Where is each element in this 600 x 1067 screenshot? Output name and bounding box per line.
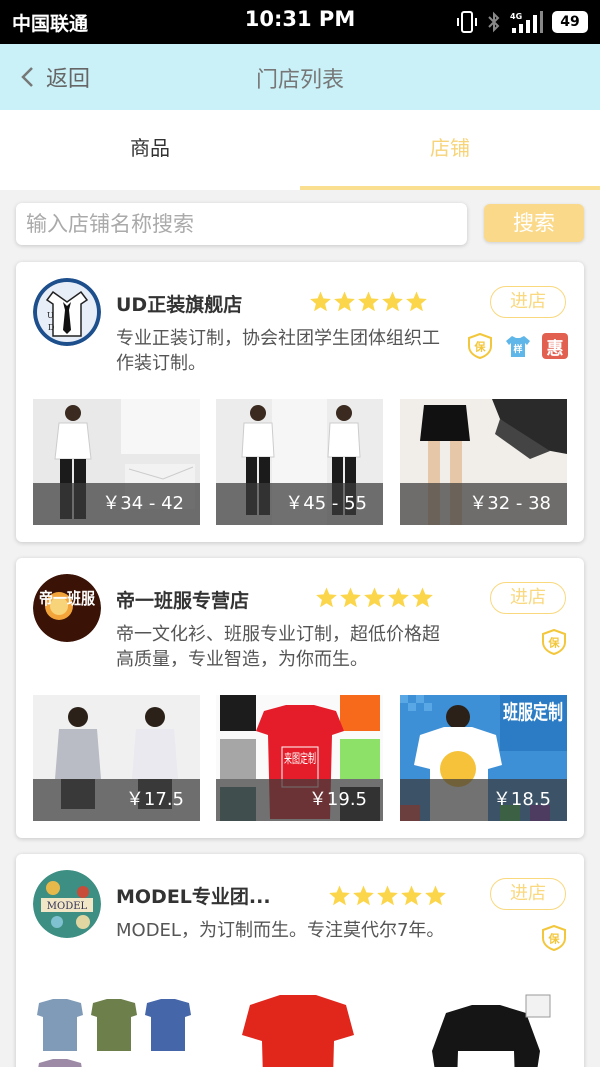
- product-price: ￥19.5: [216, 779, 383, 821]
- tab-shops[interactable]: 店铺: [300, 110, 600, 190]
- star-icon: [358, 291, 379, 312]
- product-thumbnail[interactable]: [216, 991, 383, 1067]
- shop-logo: U D: [33, 278, 101, 346]
- product-overlay-text: 来图定制: [284, 752, 316, 767]
- guarantee-badge-icon: 保: [540, 924, 568, 952]
- product-thumbnail[interactable]: ￥32 - 38: [400, 399, 567, 525]
- page-title: 门店列表: [255, 68, 344, 93]
- star-icon: [364, 587, 385, 608]
- status-bar: 中国联通 10:31 PM 4G 49: [0, 0, 600, 44]
- battery-indicator: 49: [552, 11, 588, 33]
- tab-bar: 商品 店铺: [0, 110, 600, 190]
- star-icon: [406, 291, 427, 312]
- product-thumbnail[interactable]: [33, 991, 200, 1067]
- star-icon: [382, 291, 403, 312]
- product-thumbnail[interactable]: [400, 991, 567, 1067]
- shop-description: 帝一文化衫、班服专业订制，超低价格超高质量，专业智造，为你而生。: [116, 624, 440, 670]
- star-icon: [310, 291, 331, 312]
- enter-shop-button[interactable]: 进店: [490, 286, 566, 318]
- shop-card[interactable]: U D UD正装旗舰店 进店 专业正装订制，协会社团学生团体组织工作装订制。 保…: [16, 262, 584, 542]
- svg-text:4G: 4G: [510, 12, 522, 21]
- svg-text:U: U: [47, 311, 54, 320]
- enter-shop-button[interactable]: 进店: [490, 878, 566, 910]
- guarantee-badge-label: 保: [548, 932, 561, 946]
- product-image: [216, 991, 383, 1067]
- vibrate-icon: [457, 11, 477, 33]
- discount-badge: 惠: [542, 333, 568, 359]
- status-icons: 4G 49: [456, 8, 588, 36]
- guarantee-badge-label: 保: [474, 340, 487, 354]
- star-icon: [353, 885, 374, 906]
- star-icon: [388, 587, 409, 608]
- signal-icon: 4G: [510, 11, 543, 33]
- sample-badge-icon: 样: [504, 332, 532, 360]
- sample-badge-label: 样: [513, 343, 522, 355]
- shop-logo: MODEL: [33, 870, 101, 938]
- shop-card[interactable]: MODEL MODEL专业团... 进店 MODEL，为订制而生。专注莫代尔7年…: [16, 854, 584, 1067]
- shop-logo: 帝一班服: [33, 574, 101, 642]
- star-icon: [425, 885, 446, 906]
- shop-logo-text: MODEL: [47, 901, 88, 912]
- product-thumbnail[interactable]: 来图定制 ￥19.5: [216, 695, 383, 821]
- nav-bar: 返回 门店列表: [0, 44, 600, 110]
- product-image: [400, 991, 567, 1067]
- guarantee-badge-label: 保: [548, 636, 561, 650]
- guarantee-badge-icon: 保: [466, 332, 494, 360]
- guarantee-badge-icon: 保: [540, 628, 568, 656]
- shop-name: UD正装旗舰店: [116, 294, 243, 316]
- star-icon: [316, 587, 337, 608]
- rating-stars: [328, 884, 447, 907]
- star-icon: [377, 885, 398, 906]
- enter-shop-button[interactable]: 进店: [490, 582, 566, 614]
- shop-description: 专业正装订制，协会社团学生团体组织工作装订制。: [116, 328, 440, 374]
- product-price: ￥18.5: [400, 779, 567, 821]
- shop-card[interactable]: 帝一班服 帝一班服专营店 进店 帝一文化衫、班服专业订制，超低价格超高质量，专业…: [16, 558, 584, 838]
- shop-badges: 保 样 惠: [466, 332, 568, 360]
- star-icon: [401, 885, 422, 906]
- bluetooth-icon: [488, 11, 500, 33]
- product-thumbnail[interactable]: ￥17.5: [33, 695, 200, 821]
- product-image: [33, 991, 200, 1067]
- search-input[interactable]: [16, 203, 467, 245]
- rating-stars: [315, 586, 434, 609]
- star-icon: [329, 885, 350, 906]
- product-overlay-text: 班服定制: [503, 700, 563, 724]
- search-button[interactable]: 搜索: [484, 204, 584, 242]
- shop-description: MODEL，为订制而生。专注莫代尔7年。: [116, 920, 445, 941]
- product-thumbnail[interactable]: 班服定制 ￥18.5: [400, 695, 567, 821]
- shop-name: 帝一班服专营店: [116, 590, 250, 612]
- shop-logo-text: 帝一班服: [39, 589, 96, 608]
- shop-name: MODEL专业团...: [116, 886, 271, 908]
- active-tab-indicator: [300, 186, 600, 190]
- product-price: ￥45 - 55: [216, 483, 383, 525]
- product-price: ￥34 - 42: [33, 483, 200, 525]
- shop-badges: 保: [540, 628, 568, 656]
- tab-goods[interactable]: 商品: [0, 110, 300, 190]
- product-price: ￥32 - 38: [400, 483, 567, 525]
- shop-badges: 保: [540, 924, 568, 952]
- product-thumbnail[interactable]: ￥34 - 42: [33, 399, 200, 525]
- star-icon: [340, 587, 361, 608]
- svg-text:D: D: [48, 323, 54, 332]
- star-icon: [412, 587, 433, 608]
- product-price: ￥17.5: [33, 779, 200, 821]
- product-thumbnail[interactable]: ￥45 - 55: [216, 399, 383, 525]
- star-icon: [334, 291, 355, 312]
- rating-stars: [309, 290, 428, 313]
